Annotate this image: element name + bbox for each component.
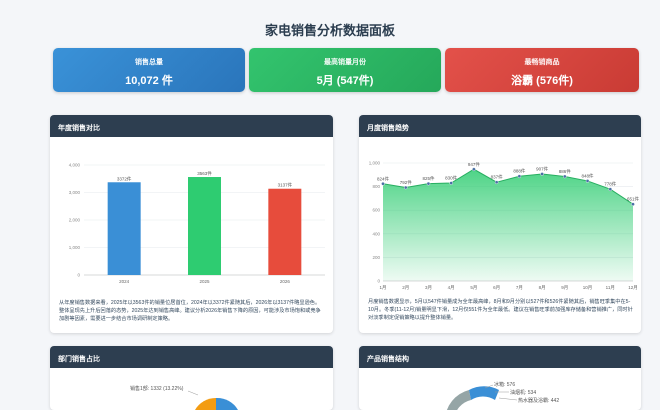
product-donut-chart: 冰箱: 576 油烟机: 534 热水器及浴霸: 442: [446, 381, 559, 410]
data-point: [426, 181, 431, 186]
x-tick-label: 2025: [199, 279, 210, 284]
data-point: [449, 181, 453, 185]
x-tick-label: 2026: [280, 279, 291, 284]
x-tick-label: 2月: [402, 285, 409, 291]
yearly-sales-panel: 年度销售对比 0 1,000 2,000 3,000 4,000 3372件 2024 356…: [50, 115, 333, 333]
data-point: [472, 167, 476, 172]
donut-label: 热水器及浴霸: 442: [518, 397, 559, 404]
point-value-label: 888件: [513, 168, 526, 175]
bar: [188, 177, 221, 275]
y-tick-label: 0: [377, 279, 380, 284]
data-point: [517, 174, 522, 179]
x-tick-label: 1月: [379, 285, 386, 291]
x-tick-label: 10月: [583, 285, 593, 291]
panel-title: 年度销售对比: [50, 115, 333, 137]
x-tick-label: 5月: [470, 285, 477, 291]
point-value-label: 825件: [422, 175, 435, 182]
kpi-label: 最高销量月份: [324, 59, 366, 66]
point-value-label: 837件: [491, 174, 504, 181]
point-value-label: 848件: [582, 172, 595, 179]
y-tick-label: 600: [372, 208, 380, 213]
department-share-panel: 部门销售占比 销售1部: 1332 (13.22%): [50, 346, 333, 410]
area-fill: [383, 169, 633, 281]
point-value-label: 886件: [559, 168, 572, 175]
x-tick-label: 7月: [516, 285, 523, 291]
data-point: [540, 172, 544, 176]
y-tick-label: 4,000: [69, 163, 81, 168]
point-value-label: 824件: [377, 175, 390, 182]
y-tick-label: 3,000: [69, 190, 81, 195]
pie-label-dept-1: 销售1部: 1332 (13.22%): [130, 385, 184, 392]
point-value-label: 778件: [604, 181, 617, 188]
x-tick-label: 9月: [561, 285, 568, 291]
product-structure-panel: 产品销售结构 冰箱: 576 油烟机: 534 热水器及浴霸: 442: [359, 346, 641, 410]
bar: [268, 188, 302, 275]
point-value-label: 792件: [400, 179, 413, 186]
x-tick-label: 8月: [539, 285, 546, 291]
point-value-label: 830件: [445, 175, 458, 182]
y-tick-label: 400: [372, 231, 380, 236]
y-tick-label: 200: [372, 255, 380, 260]
point-value-label: 907件: [536, 165, 549, 172]
bar-value-label: 3137件: [278, 182, 293, 189]
donut-leader: [498, 397, 518, 401]
x-tick-label: 12月: [628, 285, 638, 291]
data-point: [608, 187, 613, 191]
pie-label-leader: [187, 390, 199, 396]
bar-value-label: 3563件: [197, 170, 212, 177]
monthly-area-chart: 0 200 400 600 800 1,000 824件 1月 792件 2月 825件 3月 830件…: [369, 161, 640, 292]
panel-title: 产品销售结构: [359, 346, 641, 368]
monthly-trend-panel: 月度销售趋势 0 200 400 600 800 1,000 824件 1月 792件 2月 825…: [359, 115, 641, 333]
data-point: [403, 185, 408, 190]
data-point: [494, 180, 499, 185]
data-point: [563, 174, 567, 179]
x-tick-label: 3月: [425, 285, 432, 291]
kpi-value: 5月 (547件): [316, 75, 374, 87]
donut-label: 冰箱: 576: [494, 381, 515, 388]
data-point: [381, 181, 385, 186]
y-tick-label: 800: [372, 184, 380, 189]
x-tick-label: 6月: [493, 285, 500, 291]
donut-segment-2: [469, 386, 499, 400]
department-pie-chart: 销售1部: 1332 (13.22%): [130, 385, 238, 410]
page-title: 家电销售分析数据面板: [264, 23, 395, 38]
kpi-label: 最畅销商品: [524, 59, 560, 66]
x-tick-label: 11月: [606, 285, 615, 291]
y-tick-label: 1,000: [369, 161, 381, 166]
bar-value-label: 3372件: [117, 175, 132, 182]
donut-label: 油烟机: 534: [510, 389, 536, 396]
panel-title: 月度销售趋势: [359, 115, 641, 137]
kpi-value: 浴霸 (576件): [511, 75, 573, 87]
kpi-value: 10,072 件: [125, 75, 173, 87]
point-value-label: 947件: [468, 161, 481, 168]
y-tick-label: 0: [77, 273, 80, 278]
kpi-peak-month: 最高销量月份 5月 (547件): [249, 48, 441, 92]
y-tick-label: 2,000: [69, 218, 81, 223]
kpi-label: 销售总量: [135, 59, 163, 66]
data-point: [585, 179, 590, 183]
kpi-best-product: 最畅销商品 浴霸 (576件): [445, 48, 639, 92]
bar: [107, 182, 141, 275]
monthly-description: 月度销售数据显示，5月以547件销量成为全年最高峰，8月和9月分别以527件和5…: [368, 299, 633, 321]
yearly-bar-chart: 0 1,000 2,000 3,000 4,000 3372件 2024 3563件 2025 3…: [69, 163, 325, 284]
pie-slice-dept-2: [216, 397, 238, 410]
data-point: [631, 202, 635, 206]
panel-title: 部门销售占比: [50, 346, 333, 368]
donut-segment-1: [446, 390, 471, 410]
kpi-total-sales: 销售总量 10,072 件: [53, 48, 245, 92]
yearly-description: 从年度销售数据来看，2025年以3563件的销量位居首位，2024年以3372件…: [59, 300, 321, 322]
x-tick-label: 4月: [448, 285, 455, 291]
pie-slice-dept-1: [195, 397, 216, 410]
point-value-label: 651件: [627, 196, 640, 203]
y-tick-label: 1,000: [69, 245, 81, 250]
x-tick-label: 2024: [119, 279, 130, 284]
